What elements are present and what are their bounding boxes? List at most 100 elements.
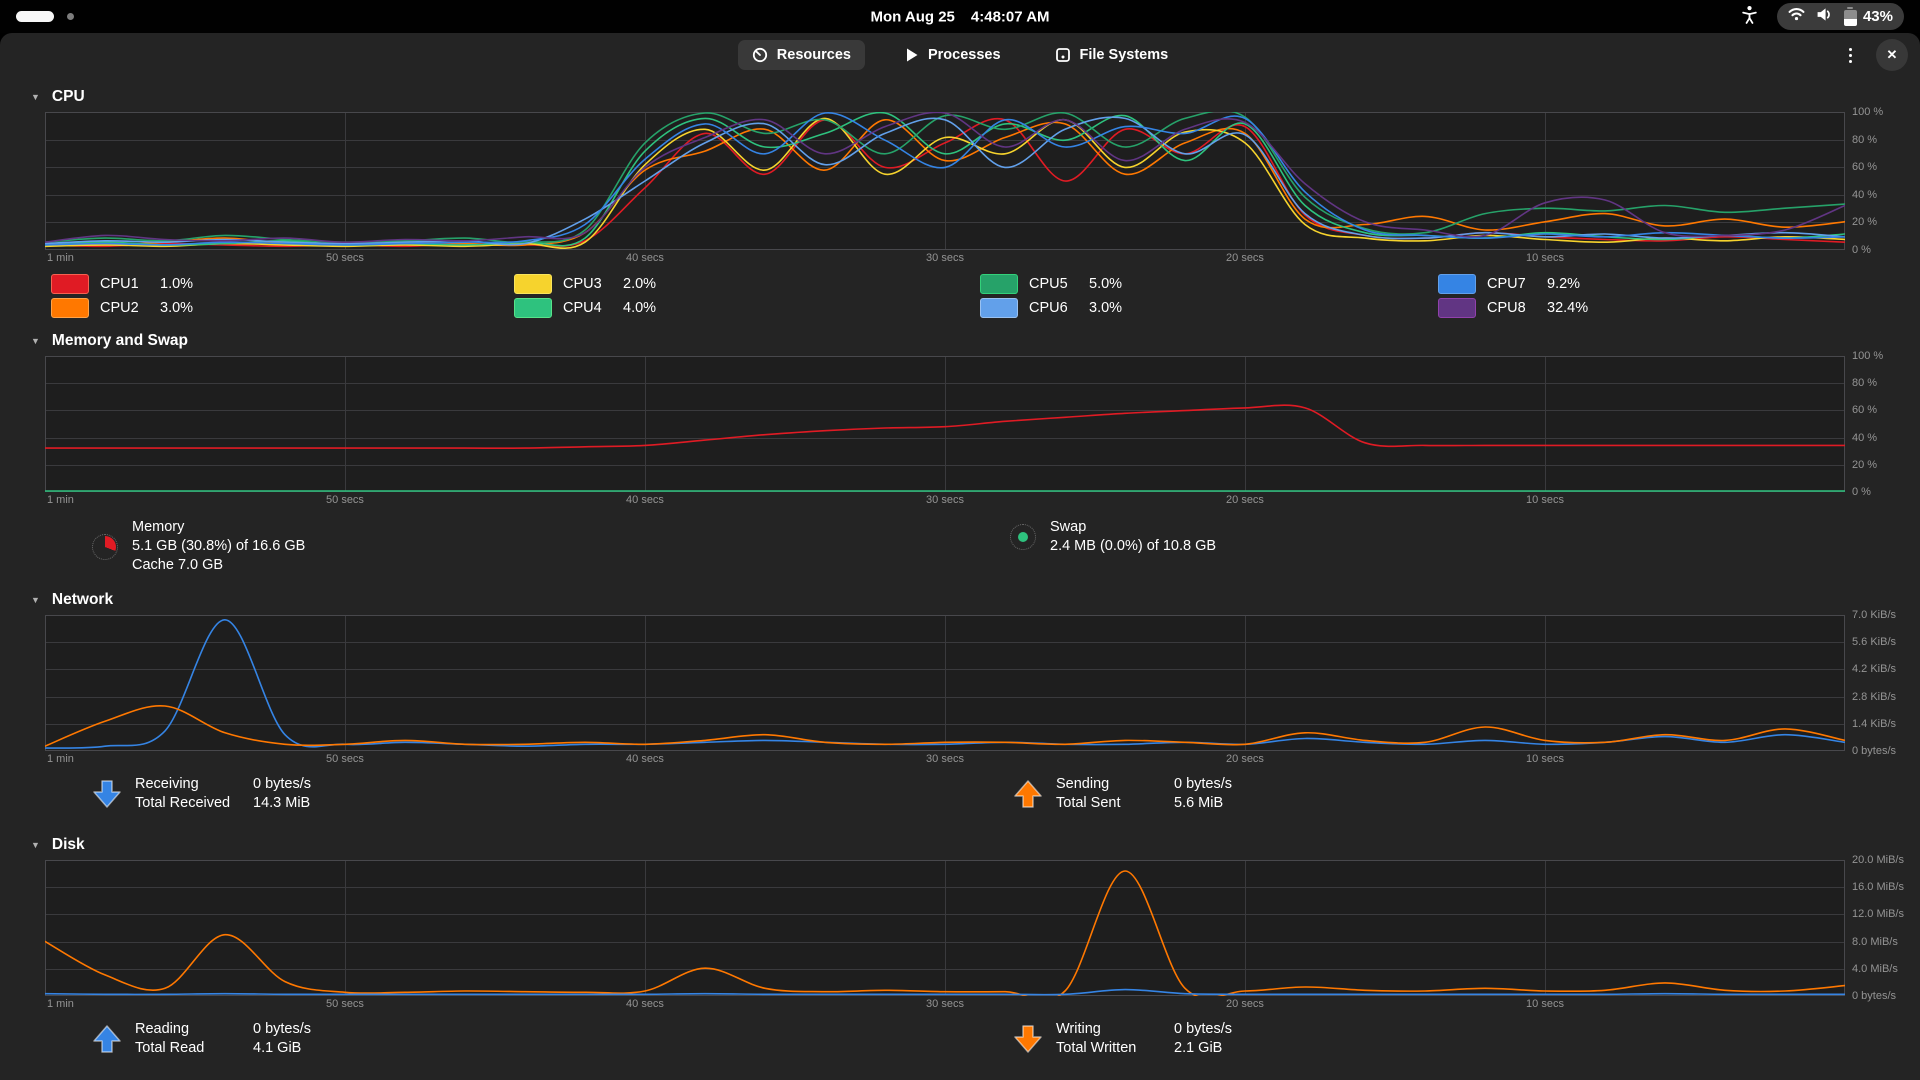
menu-kebab-icon[interactable] [1843,42,1858,69]
cpu3-value: 2.0% [623,276,656,292]
disk-y-axis-labels: 20.0 MiB/s16.0 MiB/s12.0 MiB/s8.0 MiB/s4… [1852,860,1920,996]
cpu7-color-swatch[interactable] [1438,274,1476,294]
sending-label: Sending [1056,775,1174,794]
chevron-down-icon: ▼ [31,92,40,102]
swap-usage: 2.4 MB (0.0%) of 10.8 GB [1050,537,1216,556]
network-section-title: Network [52,591,113,609]
tab-processes[interactable]: Processes [891,40,1015,70]
total-read-value: 4.1 GiB [253,1039,311,1058]
headerbar: Resources Processes File Systems [0,33,1920,77]
cpu2-legend-item: CPU2 3.0% [51,297,193,318]
memory-y-axis-labels: 100 %80 %60 %40 %20 %0 % [1852,356,1920,492]
battery-percent: 43% [1863,8,1893,25]
swap-legend-group: Swap 2.4 MB (0.0%) of 10.8 GB [1010,518,1216,556]
clock[interactable]: Mon Aug 25 4:48:07 AM [870,8,1049,25]
reading-rate: 0 bytes/s [253,1020,311,1039]
cpu3-label: CPU3 [563,276,623,292]
cpu3-color-swatch[interactable] [514,274,552,294]
workspace-dot[interactable] [67,13,74,20]
tab-resources-label: Resources [777,47,851,63]
disk-x-axis-labels: 1 min50 secs40 secs30 secs20 secs10 secs [45,996,1845,1012]
cpu4-color-swatch[interactable] [514,298,552,318]
close-icon: ✕ [1887,47,1898,63]
writing-legend-group: Writing 0 bytes/s Total Written 2.1 GiB [1013,1020,1232,1058]
gauge-icon [752,47,768,63]
cpu6-legend-item: CPU6 3.0% [980,297,1122,318]
cpu3-legend-item: CPU3 2.0% [514,273,656,294]
disk-section-title: Disk [52,836,85,854]
total-sent-value: 5.6 MiB [1174,794,1232,813]
play-icon [905,47,919,63]
cpu1-value: 1.0% [160,276,193,292]
cpu5-color-swatch[interactable] [980,274,1018,294]
cpu2-value: 3.0% [160,300,193,316]
memory-usage: 5.1 GB (30.8%) of 16.6 GB [132,537,305,556]
network-x-axis-labels: 1 min50 secs40 secs30 secs20 secs10 secs [45,751,1845,767]
cpu1-legend-item: CPU1 1.0% [51,273,193,294]
cpu7-label: CPU7 [1487,276,1547,292]
cpu5-legend-item: CPU5 5.0% [980,273,1122,294]
cpu5-label: CPU5 [1029,276,1089,292]
disk-legend: Reading 0 bytes/s Total Read 4.1 GiB Wri… [0,1020,1920,1070]
clock-time: 4:48:07 AM [971,8,1050,25]
cpu2-label: CPU2 [100,300,160,316]
disk-section-header[interactable]: ▼ Disk [0,832,1920,857]
drive-icon [1055,47,1071,63]
cpu7-legend-item: CPU7 9.2% [1438,273,1588,294]
memory-pie-icon [92,534,118,560]
arrow-up-icon [92,1024,122,1054]
receiving-label: Receiving [135,775,253,794]
cpu-legend: CPU1 1.0% CPU2 3.0% CPU3 2.0% CPU4 4.0% [0,273,1920,321]
writing-label: Writing [1056,1020,1174,1039]
arrow-down-icon [1013,1024,1043,1054]
cpu-history-chart: 100 %80 %60 %40 %20 %0 % [45,112,1845,250]
chevron-down-icon: ▼ [31,840,40,850]
sending-legend-group: Sending 0 bytes/s Total Sent 5.6 MiB [1013,775,1232,813]
total-written-label: Total Written [1056,1039,1174,1058]
view-switcher: Resources Processes File Systems [738,40,1182,70]
memory-swap-legend: Memory 5.1 GB (30.8%) of 16.6 GB Cache 7… [0,518,1920,580]
total-read-label: Total Read [135,1039,253,1058]
receiving-legend-group: Receiving 0 bytes/s Total Received 14.3 … [92,775,311,813]
cpu4-value: 4.0% [623,300,656,316]
total-sent-label: Total Sent [1056,794,1174,813]
system-status-menu[interactable]: 43% [1777,3,1904,30]
cpu-section-title: CPU [52,88,85,106]
battery-indicator: 43% [1844,8,1893,26]
close-window-button[interactable]: ✕ [1876,39,1908,71]
cpu-y-axis-labels: 100 %80 %60 %40 %20 %0 % [1852,112,1920,250]
cpu-section-header[interactable]: ▼ CPU [0,84,1920,109]
tab-file-systems-label: File Systems [1080,47,1169,63]
chevron-down-icon: ▼ [31,336,40,346]
memory-x-axis-labels: 1 min50 secs40 secs30 secs20 secs10 secs [45,492,1845,508]
chevron-down-icon: ▼ [31,595,40,605]
tab-resources[interactable]: Resources [738,40,865,70]
activities-indicator[interactable] [16,11,54,22]
clock-date: Mon Aug 25 [870,8,954,25]
cpu2-color-swatch[interactable] [51,298,89,318]
memory-section-header[interactable]: ▼ Memory and Swap [0,328,1920,353]
accessibility-icon[interactable] [1740,5,1759,29]
memory-legend-group: Memory 5.1 GB (30.8%) of 16.6 GB Cache 7… [92,518,305,575]
memory-section-title: Memory and Swap [52,332,188,350]
swap-label: Swap [1050,518,1216,537]
cpu6-color-swatch[interactable] [980,298,1018,318]
cpu4-label: CPU4 [563,300,623,316]
network-section-header[interactable]: ▼ Network [0,587,1920,612]
cpu5-value: 5.0% [1089,276,1122,292]
cpu8-color-swatch[interactable] [1438,298,1476,318]
cpu1-color-swatch[interactable] [51,274,89,294]
total-written-value: 2.1 GiB [1174,1039,1232,1058]
memory-label: Memory [132,518,305,537]
battery-icon [1844,10,1857,26]
disk-history-chart: 20.0 MiB/s16.0 MiB/s12.0 MiB/s8.0 MiB/s4… [45,860,1845,996]
cpu6-value: 3.0% [1089,300,1122,316]
receiving-rate: 0 bytes/s [253,775,311,794]
arrow-up-icon [1013,779,1043,809]
volume-icon [1816,7,1833,27]
network-history-chart: 7.0 KiB/s5.6 KiB/s4.2 KiB/s2.8 KiB/s1.4 … [45,615,1845,751]
sending-rate: 0 bytes/s [1174,775,1232,794]
tab-file-systems[interactable]: File Systems [1041,40,1183,70]
reading-legend-group: Reading 0 bytes/s Total Read 4.1 GiB [92,1020,311,1058]
system-monitor-window: Resources Processes File Systems [0,33,1920,1080]
